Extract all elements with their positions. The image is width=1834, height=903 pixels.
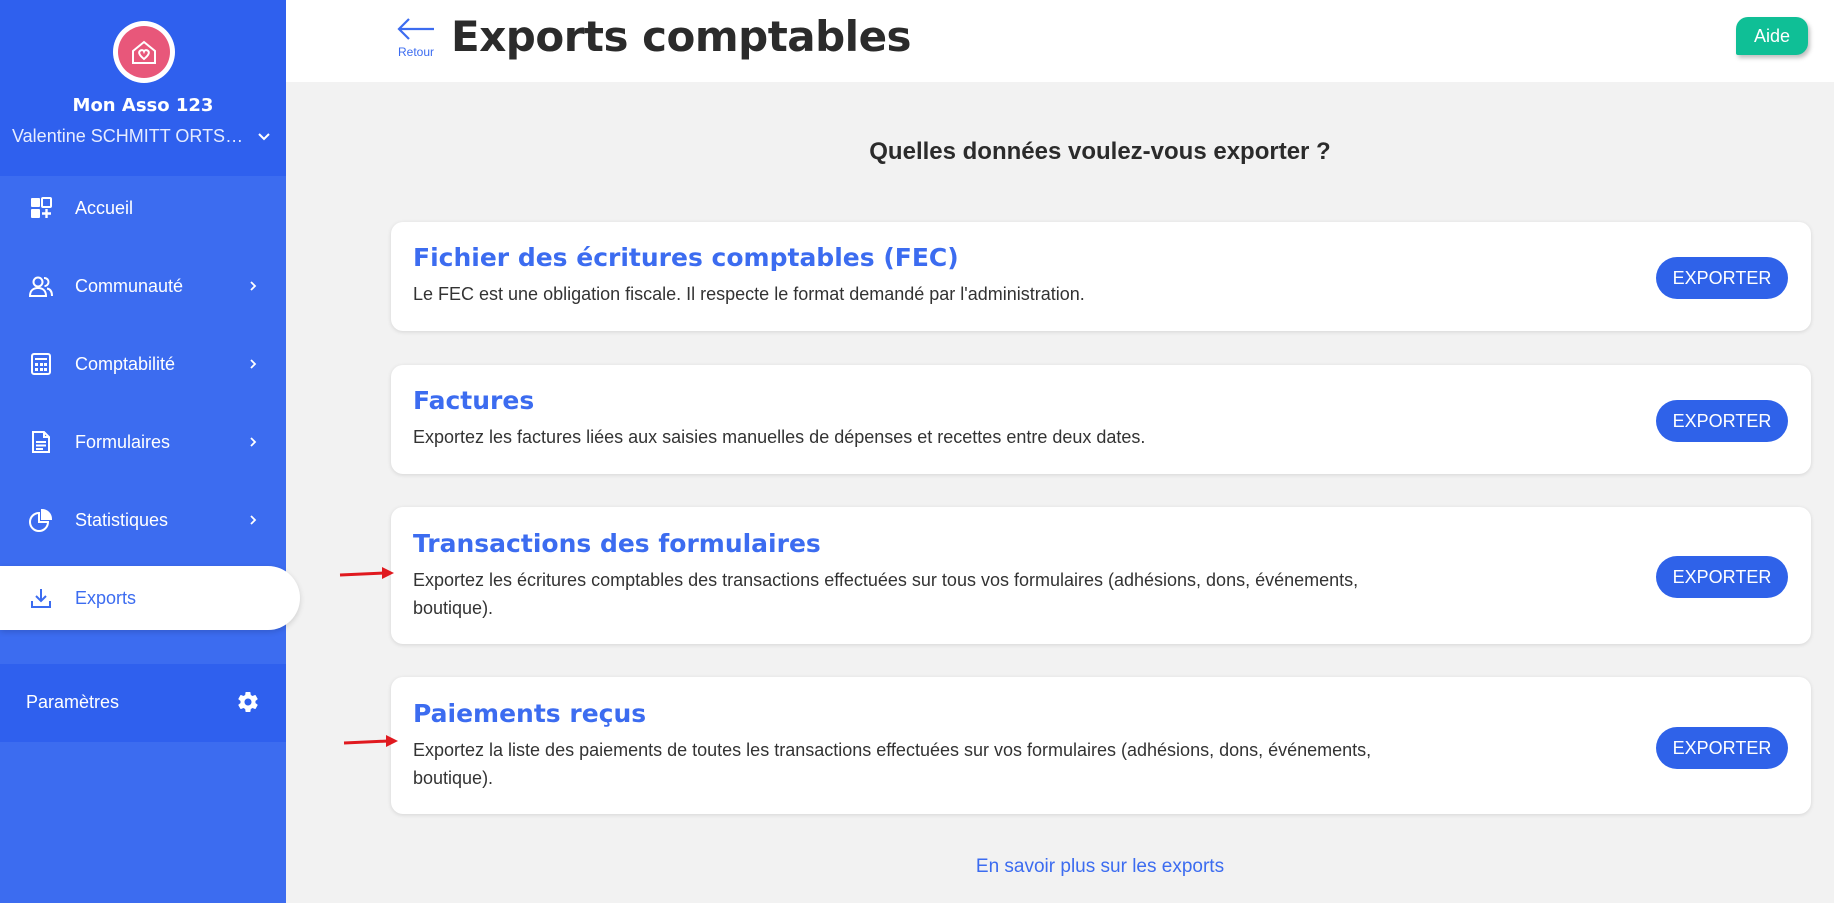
settings-label: Paramètres <box>26 692 120 712</box>
sidebar-item-exports[interactable]: Exports <box>0 566 300 630</box>
sidebar-item-accueil[interactable]: Accueil <box>0 176 286 240</box>
users-icon <box>28 273 54 299</box>
sidebar-item-communaute[interactable]: Communauté <box>0 254 286 318</box>
learn-more-link[interactable]: En savoir plus sur les exports <box>286 856 1834 878</box>
back-button[interactable]: Retour <box>394 16 438 59</box>
export-card-fec: Fichier des écritures comptables (FEC) L… <box>391 222 1811 331</box>
card-title: Transactions des formulaires <box>413 529 821 558</box>
org-name: Mon Asso 123 <box>72 95 214 116</box>
calculator-icon <box>28 351 54 377</box>
chevron-right-icon <box>250 515 257 525</box>
sidebar-item-formulaires[interactable]: Formulaires <box>0 410 286 474</box>
sidebar-item-label: Accueil <box>75 197 134 218</box>
card-description: Exportez les écritures comptables des tr… <box>413 570 1359 618</box>
page-header: Retour Exports comptables Aide <box>286 0 1834 82</box>
chevron-right-icon <box>250 359 257 369</box>
download-icon <box>28 585 54 611</box>
annotation-arrow-icon <box>339 567 394 579</box>
sidebar-item-label: Statistiques <box>75 509 169 530</box>
sidebar-item-comptabilite[interactable]: Comptabilité <box>0 332 286 396</box>
user-switcher[interactable]: Valentine SCHMITT ORTSCHEIDT <box>12 126 274 147</box>
card-title: Factures <box>413 386 535 415</box>
export-card-factures: Factures Exportez les factures liées aux… <box>391 365 1811 474</box>
export-card-paiements: Paiements reçus Exportez la liste des pa… <box>391 677 1811 814</box>
pie-chart-icon <box>28 507 54 533</box>
sidebar: Mon Asso 123 Valentine SCHMITT ORTSCHEID… <box>0 0 300 903</box>
export-transactions-button[interactable]: EXPORTER <box>1656 556 1788 598</box>
arrow-left-icon <box>397 18 434 40</box>
sidebar-item-label: Communauté <box>75 275 184 296</box>
sidebar-item-label: Comptabilité <box>75 353 176 374</box>
export-card-transactions: Transactions des formulaires Exportez le… <box>391 507 1811 644</box>
org-logo[interactable] <box>113 21 175 83</box>
house-heart-icon <box>118 26 170 78</box>
document-icon <box>28 429 54 455</box>
card-title: Paiements reçus <box>413 699 647 728</box>
annotation-arrow-icon <box>343 735 398 747</box>
export-factures-button[interactable]: EXPORTER <box>1656 400 1788 442</box>
sidebar-header: Mon Asso 123 Valentine SCHMITT ORTSCHEID… <box>0 0 286 176</box>
dashboard-icon <box>28 195 54 221</box>
section-question: Quelles données voulez-vous exporter ? <box>869 138 1331 165</box>
export-fec-button[interactable]: EXPORTER <box>1656 257 1788 299</box>
chevron-down-icon <box>258 132 270 140</box>
chevron-right-icon <box>250 437 257 447</box>
sidebar-item-statistiques[interactable]: Statistiques <box>0 488 286 552</box>
card-description: Exportez la liste des paiements de toute… <box>413 740 1372 788</box>
gear-icon <box>236 690 260 719</box>
user-name: Valentine SCHMITT ORTSCHEIDT <box>12 126 252 146</box>
card-title: Fichier des écritures comptables (FEC) <box>413 243 959 272</box>
chevron-right-icon <box>250 281 257 291</box>
sidebar-settings[interactable]: Paramètres <box>0 664 286 742</box>
page-title: Exports comptables <box>451 12 912 61</box>
sidebar-item-label: Formulaires <box>75 431 171 452</box>
back-label: Retour <box>397 45 435 59</box>
sidebar-item-label: Exports <box>75 587 137 608</box>
card-description: Exportez les factures liées aux saisies … <box>413 427 1146 447</box>
export-paiements-button[interactable]: EXPORTER <box>1656 727 1788 769</box>
help-button[interactable]: Aide <box>1736 17 1808 55</box>
card-description: Le FEC est une obligation fiscale. Il re… <box>413 284 1085 304</box>
